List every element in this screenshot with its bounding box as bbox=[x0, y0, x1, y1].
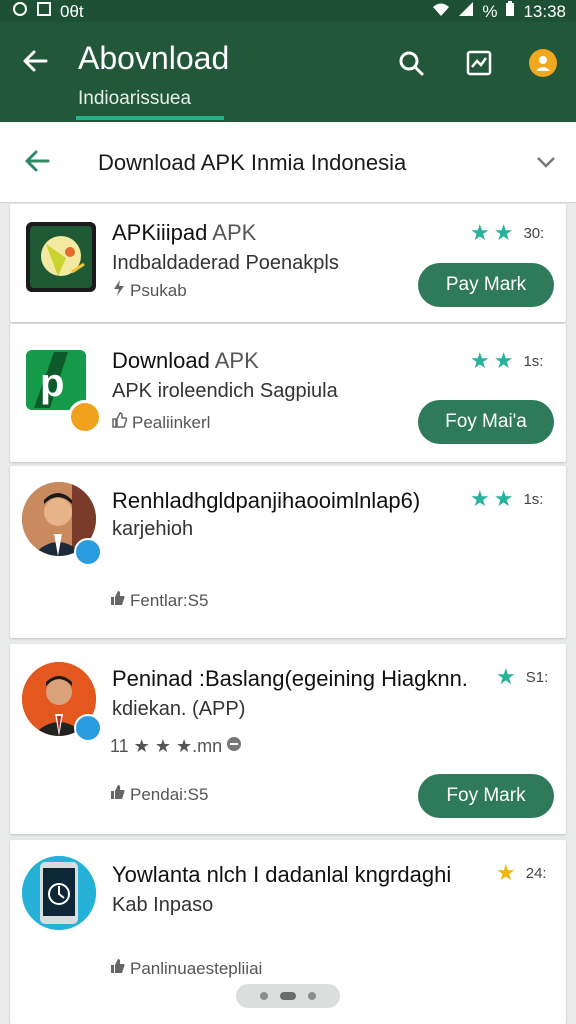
rating: ★ ★ 30: bbox=[470, 220, 544, 246]
item-description: APK iroleendich Sagpiula bbox=[112, 380, 338, 402]
page-dot[interactable] bbox=[260, 992, 268, 1000]
status-right: % 13:38 bbox=[432, 1, 566, 22]
back-arrow-icon[interactable] bbox=[20, 46, 50, 76]
item-rating-line: 11 ★ ★ ★.mn bbox=[110, 736, 242, 757]
item-meta: Psukab bbox=[112, 280, 187, 301]
rating: ★ ★ 1s: bbox=[470, 486, 543, 512]
item-title: Download APK bbox=[112, 348, 259, 373]
back-arrow-icon[interactable] bbox=[22, 146, 52, 176]
chart-icon[interactable] bbox=[464, 48, 494, 78]
pay-mark-button[interactable]: Pay Mark bbox=[418, 263, 554, 307]
star-icon: ★ bbox=[493, 220, 514, 245]
verified-icon bbox=[74, 538, 102, 566]
image-icon bbox=[36, 1, 52, 22]
list-item[interactable]: APKiiipad APK Indbaldaderad Poenakpls Ps… bbox=[10, 204, 566, 322]
app-bar: Abovnload Indioarissuea bbox=[0, 22, 576, 122]
page-indicator[interactable] bbox=[236, 984, 340, 1008]
tab-indicator bbox=[76, 116, 224, 120]
pay-mark-button[interactable]: Foy Mark bbox=[418, 774, 554, 818]
item-meta: Panlinuaestepliiai bbox=[110, 958, 262, 979]
rating-count: 1s: bbox=[523, 490, 544, 508]
list-item[interactable]: Renhladhgldpanjihaooimlnlap6) karjehioh … bbox=[10, 466, 566, 638]
thumbs-up-icon bbox=[110, 958, 126, 979]
item-meta: Pealiinkerl bbox=[112, 412, 210, 433]
chevron-down-icon[interactable] bbox=[532, 148, 560, 176]
pay-mark-button[interactable]: Foy Mai'a bbox=[418, 400, 554, 444]
signal-icon bbox=[458, 1, 474, 22]
item-title: Peninad :Baslang(egeining Hiagknn. bbox=[112, 666, 468, 691]
star-icon: ★ bbox=[496, 664, 516, 689]
battery-percent: % bbox=[482, 1, 498, 21]
item-title: APKiiipad APK bbox=[112, 220, 257, 245]
status-left-text: 0θt bbox=[60, 1, 84, 21]
search-icon[interactable] bbox=[396, 48, 426, 78]
star-icon: ★ bbox=[496, 860, 516, 885]
rating-count: S1: bbox=[525, 668, 549, 686]
page-dot-active[interactable] bbox=[280, 992, 296, 1000]
notification-icon bbox=[12, 1, 28, 22]
app-icon bbox=[22, 856, 96, 930]
bolt-icon bbox=[112, 280, 126, 301]
thumbs-up-icon bbox=[110, 784, 126, 805]
thumbs-up-icon bbox=[110, 590, 126, 611]
profile-icon[interactable] bbox=[528, 48, 558, 78]
tab-label[interactable]: Indioarissuea bbox=[78, 88, 191, 110]
star-icon: ★ bbox=[493, 348, 514, 373]
item-description: Kab Inpaso bbox=[112, 894, 214, 916]
item-meta: Fentlar:S5 bbox=[110, 590, 208, 611]
svg-text:p: p bbox=[40, 361, 64, 405]
star-icon: ★ bbox=[470, 348, 490, 373]
clock: 13:38 bbox=[523, 1, 566, 21]
rating: ★ S1: bbox=[496, 664, 548, 690]
status-left: 0θt bbox=[12, 1, 84, 22]
item-title: Renhladhgldpanjihaooimlnlap6) bbox=[112, 488, 421, 513]
badge-icon bbox=[68, 400, 102, 434]
page-title: Abovnload bbox=[78, 40, 230, 76]
star-icon: ★ bbox=[470, 486, 490, 511]
page-dot[interactable] bbox=[308, 992, 316, 1000]
battery-icon bbox=[505, 1, 515, 22]
rating-count: 1s: bbox=[523, 352, 544, 370]
verified-icon bbox=[74, 714, 102, 742]
status-bar: 0θt % 13:38 bbox=[0, 0, 576, 22]
rating-count: 30: bbox=[523, 224, 545, 242]
app-icon bbox=[26, 222, 96, 292]
chevron-circle-icon bbox=[226, 736, 242, 757]
rating: ★ ★ 1s: bbox=[470, 348, 543, 374]
item-description: kdiekan. (APP) bbox=[112, 698, 246, 720]
search-bar[interactable]: Download APK Inmia Indonesia bbox=[0, 122, 576, 203]
rating-count: 24: bbox=[525, 864, 547, 882]
search-query[interactable]: Download APK Inmia Indonesia bbox=[98, 150, 406, 176]
list-item[interactable]: p Download APK APK iroleendich Sagpiula … bbox=[10, 324, 566, 462]
wifi-icon bbox=[432, 1, 450, 22]
rating: ★ 24: bbox=[496, 860, 547, 886]
star-icon: ★ bbox=[493, 486, 514, 511]
item-description: karjehioh bbox=[112, 518, 194, 540]
star-icon: ★ bbox=[470, 220, 490, 245]
thumbs-up-icon bbox=[112, 412, 128, 433]
list-item[interactable]: Peninad :Baslang(egeining Hiagknn. kdiek… bbox=[10, 644, 566, 834]
item-description: Indbaldaderad Poenakpls bbox=[112, 252, 339, 274]
item-meta: Pendai:S5 bbox=[110, 784, 208, 805]
item-title: Yowlanta nlch I dadanlal kngrdaghi bbox=[112, 862, 452, 887]
